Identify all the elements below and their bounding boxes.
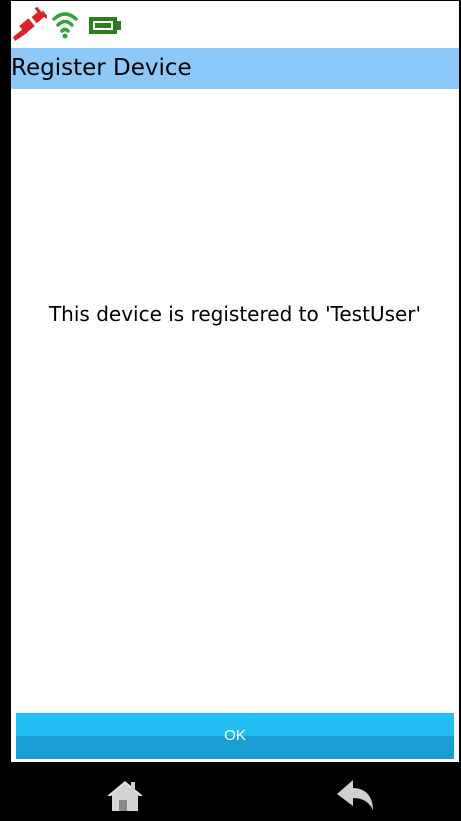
plug-disconnected-icon [13, 7, 47, 41]
battery-icon [89, 17, 121, 34]
back-button[interactable] [333, 776, 377, 816]
page-title: Register Device [11, 55, 192, 81]
ok-label: OK [224, 727, 246, 744]
back-arrow-icon [337, 780, 373, 810]
status-bar [11, 1, 459, 48]
home-button[interactable] [103, 776, 147, 816]
navigation-bar [11, 762, 459, 821]
registration-message: This device is registered to 'TestUser' [48, 302, 422, 326]
ok-button[interactable]: OK [16, 713, 454, 759]
home-icon [107, 781, 143, 811]
wifi-icon [52, 12, 78, 39]
app-window: Register Device This device is registere… [0, 0, 461, 821]
title-bar: Register Device [11, 48, 459, 89]
content-area: This device is registered to 'TestUser' [11, 89, 459, 711]
